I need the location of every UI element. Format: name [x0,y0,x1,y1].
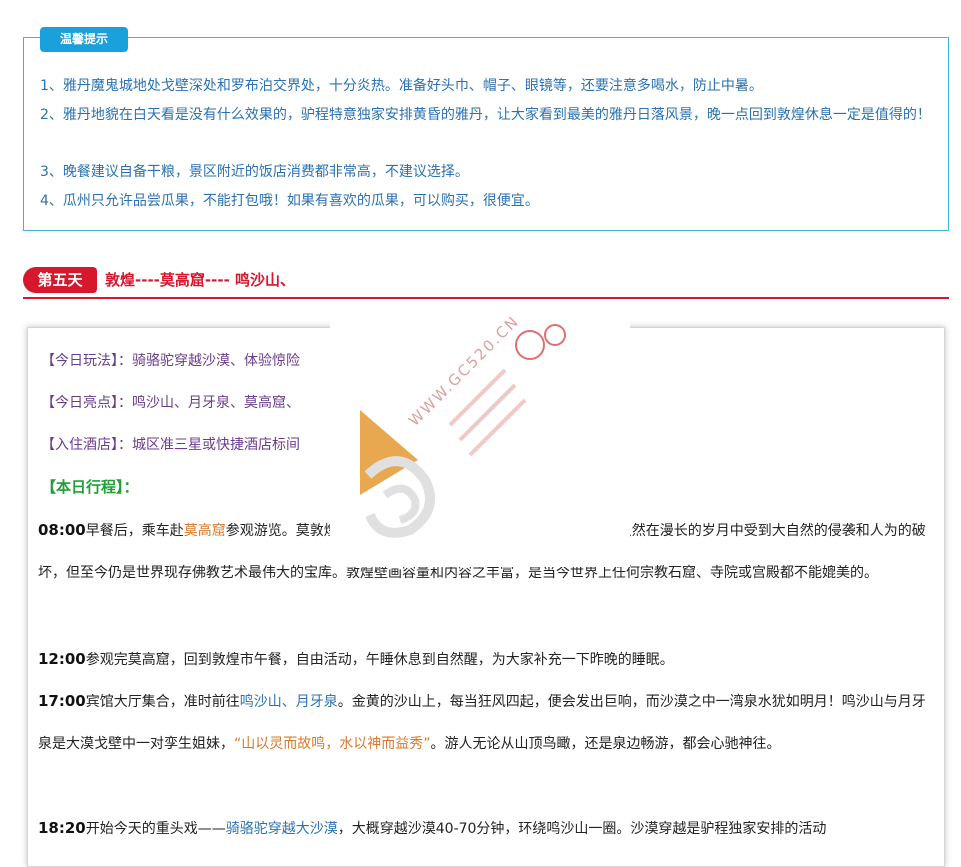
tip-item-1: 1、雅丹魔鬼城地处戈壁深处和罗布泊交界处，十分炎热。准备好头巾、帽子、眼镜等，还… [40,78,763,94]
info-highlights: 【今日亮点】：鸣沙山、月牙泉、莫高窟、 [41,395,300,411]
time-0800: 08:00 [38,521,86,539]
watermark: WWW.GC520.CN [330,305,630,567]
time-1700: 17:00 [38,692,86,710]
link-mingsha[interactable]: 鸣沙山、月牙泉 [240,694,338,710]
tips-box: 温馨提示 1、雅丹魔鬼城地处戈壁深处和罗布泊交界处，十分炎热。准备好头巾、帽子、… [23,27,949,231]
day-title: 敦煌----莫高窟---- 鸣沙山、 [105,271,296,289]
schedule-1820: 18:20开始今天的重头戏——骑骆驼穿越大沙漠，大概穿越沙漠40-70分钟，环绕… [38,819,827,837]
time-1200: 12:00 [38,650,86,668]
schedule-1200: 12:00参观完莫高窟，回到敦煌市午餐，自由活动，午睡休息到自然醒，为大家补充一… [38,650,674,668]
info-hotel: 【入住酒店】：城区准三星或快捷酒店标间 [41,437,300,453]
day-divider [23,297,949,299]
schedule-1700: 17:00宾馆大厅集合，准时前往鸣沙山、月牙泉。金黄的沙山上，每当狂风四起，便会… [38,692,926,752]
quote-text: “山以灵而故鸣，水以神而益秀” [234,736,431,752]
info-play: 【今日玩法】：骑骆驼穿越沙漠、体验惊险 [41,353,300,369]
tip-item-3: 3、晚餐建议自备干粮，景区附近的饭店消费都非常高，不建议选择。 [40,164,469,180]
plan-heading: 【本日行程】： [41,478,139,496]
link-mogao[interactable]: 莫高窟 [184,523,226,539]
day-badge: 第五天 [23,267,97,293]
tips-label: 温馨提示 [40,27,128,52]
tip-item-2: 2、雅丹地貌在白天看是没有什么效果的，驴程特意独家安排黄昏的雅丹，让大家看到最美… [40,107,931,123]
time-1820: 18:20 [38,819,86,837]
tip-item-4: 4、瓜州只允许品尝瓜果，不能打包哦！如果有喜欢的瓜果，可以购买，很便宜。 [40,193,539,209]
link-camel[interactable]: 骑骆驼穿越大沙漠 [226,821,338,837]
day-header: 第五天 敦煌----莫高窟---- 鸣沙山、 [23,264,949,300]
